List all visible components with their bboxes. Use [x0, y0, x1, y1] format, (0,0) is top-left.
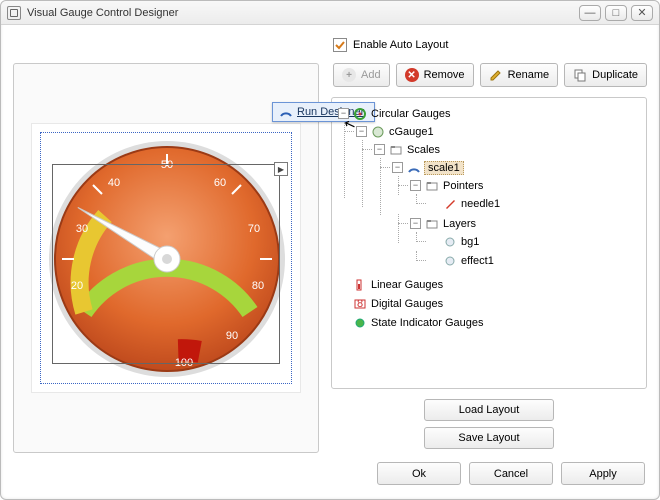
copy-icon	[573, 68, 587, 82]
needle-icon	[443, 197, 457, 211]
enable-auto-layout-label: Enable Auto Layout	[353, 39, 448, 51]
tree-node-cgauge1[interactable]: − cGauge1	[356, 123, 642, 140]
tree-node-circular-gauges[interactable]: − Circular Gauges	[338, 105, 642, 122]
enable-auto-layout-checkbox[interactable]	[333, 38, 347, 52]
design-surface[interactable]: 20 30 40 50 60 70 80 90 100	[13, 63, 319, 453]
load-layout-button[interactable]: Load Layout	[424, 399, 554, 421]
remove-button[interactable]: ✕ Remove	[396, 63, 474, 87]
ok-button[interactable]: Ok	[377, 462, 461, 485]
gauge-item-icon	[371, 125, 385, 139]
tree-node-scales[interactable]: − Scales	[374, 141, 642, 158]
scale-arc-icon	[407, 161, 421, 175]
tree-node-state-indicator-gauges[interactable]: State Indicator Gauges	[338, 314, 642, 331]
gauge-preview[interactable]: 20 30 40 50 60 70 80 90 100	[31, 123, 301, 393]
pencil-icon	[489, 68, 503, 82]
plus-icon: +	[342, 68, 356, 82]
tree-node-needle1[interactable]: needle1	[428, 195, 642, 212]
minimize-button[interactable]: —	[579, 5, 601, 21]
tree-node-scale1[interactable]: − scale1	[392, 159, 642, 176]
svg-text:8: 8	[357, 298, 363, 310]
dialog-footer: Ok Cancel Apply	[1, 459, 659, 493]
gauge-tree[interactable]: − Circular Gauges − cGauge1	[336, 104, 642, 332]
folder-icon	[425, 217, 439, 231]
add-button[interactable]: + Add	[333, 63, 390, 87]
remove-icon: ✕	[405, 68, 419, 82]
state-indicator-icon	[353, 316, 367, 330]
check-icon	[335, 40, 345, 50]
designer-window: Visual Gauge Control Designer — □ ✕	[0, 0, 660, 500]
selection-inner	[52, 164, 280, 364]
folder-icon	[425, 179, 439, 193]
collapse-icon[interactable]: −	[356, 126, 367, 137]
circular-gauge-icon	[353, 107, 367, 121]
layer-icon	[443, 254, 457, 268]
close-button[interactable]: ✕	[631, 5, 653, 21]
collapse-icon[interactable]: −	[392, 162, 403, 173]
smart-tag-button[interactable]	[274, 162, 288, 176]
save-layout-button[interactable]: Save Layout	[424, 427, 554, 449]
digital-gauge-icon: 8	[353, 297, 367, 311]
maximize-button[interactable]: □	[605, 5, 627, 21]
tree-node-linear-gauges[interactable]: Linear Gauges	[338, 276, 642, 293]
folder-icon	[389, 143, 403, 157]
rename-button[interactable]: Rename	[480, 63, 559, 87]
app-icon	[7, 6, 21, 20]
cancel-button[interactable]: Cancel	[469, 462, 553, 485]
tree-node-layers[interactable]: − Layers	[410, 215, 642, 232]
collapse-icon[interactable]: −	[374, 144, 385, 155]
collapse-icon[interactable]: −	[410, 180, 421, 191]
collapse-icon[interactable]: −	[410, 218, 421, 229]
toolbar: + Add ✕ Remove Rename Dupl	[331, 63, 647, 87]
layer-icon	[443, 235, 457, 249]
apply-button[interactable]: Apply	[561, 462, 645, 485]
linear-gauge-icon	[353, 278, 367, 292]
tree-panel: − Circular Gauges − cGauge1	[331, 97, 647, 389]
duplicate-button[interactable]: Duplicate	[564, 63, 647, 87]
gauge-arc-icon	[279, 105, 293, 119]
tree-node-bg1[interactable]: bg1	[428, 233, 642, 250]
tree-node-pointers[interactable]: − Pointers	[410, 177, 642, 194]
titlebar: Visual Gauge Control Designer — □ ✕	[1, 1, 659, 25]
window-title: Visual Gauge Control Designer	[27, 7, 579, 19]
collapse-icon[interactable]: −	[338, 108, 349, 119]
tree-node-effect1[interactable]: effect1	[428, 252, 642, 269]
tree-node-digital-gauges[interactable]: 8 Digital Gauges	[338, 295, 642, 312]
